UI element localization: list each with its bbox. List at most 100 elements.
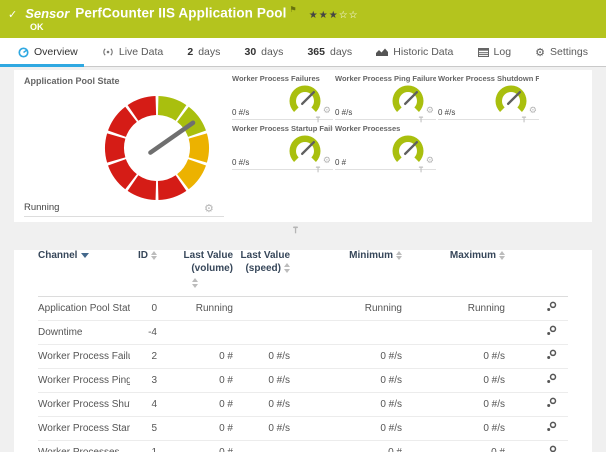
- cell-settings: [505, 368, 568, 392]
- pin-icon[interactable]: [292, 226, 299, 234]
- table-row[interactable]: Worker Process Startup...50 #0 #/s0 #/s0…: [38, 416, 568, 440]
- cell-settings: [505, 392, 568, 416]
- channel-settings-wrench-icon[interactable]: [546, 373, 557, 384]
- pin-icon[interactable]: [418, 116, 424, 123]
- tab-2-days[interactable]: 2 days: [181, 38, 226, 66]
- col-header-maximum[interactable]: Maximum: [402, 250, 505, 296]
- cell-channel: Worker Process Shutdo...: [38, 392, 130, 416]
- priority-stars[interactable]: ★★★☆☆: [309, 10, 359, 21]
- small-gauge: [390, 83, 426, 119]
- broadcast-icon: [102, 47, 114, 57]
- sort-icon: [396, 251, 402, 261]
- cell-settings: [505, 440, 568, 452]
- gear-icon[interactable]: ⚙: [529, 107, 537, 116]
- cell-last-value-speed: [233, 320, 290, 344]
- cell-last-value-volume: 0 #: [157, 440, 233, 452]
- channel-settings-wrench-icon[interactable]: [546, 349, 557, 360]
- col-header-channel[interactable]: Channel: [38, 250, 130, 296]
- cell-last-value-volume: 0 #: [157, 368, 233, 392]
- cell-minimum: [290, 320, 402, 344]
- sort-icon: [151, 251, 157, 261]
- col-header-last-value-volume[interactable]: Last Value(volume): [157, 250, 233, 296]
- gauge-tile-worker-process-shutdown-failures[interactable]: Worker Process Shutdown Fa... 0 #/s ⚙: [438, 74, 539, 120]
- gear-icon[interactable]: ⚙: [323, 107, 331, 116]
- gear-icon[interactable]: ⚙: [204, 203, 214, 214]
- col-header-settings: [505, 250, 568, 296]
- pin-icon[interactable]: [315, 166, 321, 173]
- cell-last-value-volume: 0 #: [157, 392, 233, 416]
- cell-channel: Worker Process Startup...: [38, 416, 130, 440]
- channel-settings-wrench-icon[interactable]: [546, 325, 557, 336]
- cell-last-value-speed: 0 #/s: [233, 344, 290, 368]
- cell-id: 1: [130, 440, 157, 452]
- log-table-icon: [478, 48, 489, 57]
- cell-id: 2: [130, 344, 157, 368]
- gauge-icon: [18, 47, 29, 58]
- tab-overview[interactable]: Overview: [12, 38, 84, 66]
- cell-settings: [505, 344, 568, 368]
- tab-settings[interactable]: ⚙ Settings: [529, 38, 594, 66]
- divider: [24, 216, 224, 217]
- table-row[interactable]: Downtime-4: [38, 320, 568, 344]
- gauge-tile-worker-process-ping-failures[interactable]: Worker Process Ping Failures 0 #/s ⚙: [335, 74, 436, 120]
- cell-last-value-volume: [157, 320, 233, 344]
- pin-icon[interactable]: [315, 116, 321, 123]
- cell-last-value-volume: 0 #: [157, 344, 233, 368]
- table-row[interactable]: Application Pool State0RunningRunningRun…: [38, 296, 568, 320]
- channel-settings-wrench-icon[interactable]: [546, 421, 557, 432]
- cell-channel: Downtime: [38, 320, 130, 344]
- cell-id: 0: [130, 296, 157, 320]
- col-header-minimum[interactable]: Minimum: [290, 250, 402, 296]
- table-row[interactable]: Worker Process Ping Fa...30 #0 #/s0 #/s0…: [38, 368, 568, 392]
- pin-icon[interactable]: [418, 166, 424, 173]
- gauge-tile-worker-process-startup-failures[interactable]: Worker Process Startup Failu... 0 #/s ⚙: [232, 124, 333, 170]
- cell-maximum: 0 #/s: [402, 416, 505, 440]
- pin-icon[interactable]: [521, 116, 527, 123]
- tab-settings-label: Settings: [550, 46, 588, 58]
- gear-icon: ⚙: [535, 47, 545, 58]
- channel-settings-wrench-icon[interactable]: [546, 445, 557, 452]
- main-gauge-tile[interactable]: Application Pool State Running ⚙: [14, 70, 230, 222]
- tab-log[interactable]: Log: [472, 38, 518, 66]
- cell-last-value-volume: 0 #: [157, 416, 233, 440]
- channel-settings-wrench-icon[interactable]: [546, 397, 557, 408]
- tab-historic-data[interactable]: Historic Data: [370, 38, 459, 66]
- channel-table-panel: Channel ID Last Value(volume) Last Value…: [14, 250, 592, 452]
- table-row[interactable]: Worker Process Failures20 #0 #/s0 #/s0 #…: [38, 344, 568, 368]
- main-gauge-title: Application Pool State: [24, 76, 120, 86]
- cell-last-value-speed: 0 #/s: [233, 416, 290, 440]
- gear-icon[interactable]: ⚙: [323, 157, 331, 166]
- tab-overview-label: Overview: [34, 46, 78, 58]
- gear-icon[interactable]: ⚙: [426, 107, 434, 116]
- gear-icon[interactable]: ⚙: [426, 157, 434, 166]
- cell-maximum: 0 #/s: [402, 392, 505, 416]
- small-gauge: [493, 83, 529, 119]
- cell-minimum: 0 #/s: [290, 392, 402, 416]
- cell-settings: [505, 320, 568, 344]
- col-header-id[interactable]: ID: [130, 250, 157, 296]
- cell-minimum: Running: [290, 296, 402, 320]
- object-kind-label: Sensor: [25, 6, 69, 21]
- gauge-tile-worker-process-failures[interactable]: Worker Process Failures 0 #/s ⚙: [232, 74, 333, 120]
- sort-icon: [192, 278, 199, 288]
- overview-panel: Application Pool State Running ⚙ Worker …: [14, 70, 592, 222]
- cell-maximum: Running: [402, 296, 505, 320]
- cell-channel: Worker Process Ping Fa...: [38, 368, 130, 392]
- status-badge: OK: [30, 22, 44, 32]
- cell-minimum: 0 #/s: [290, 368, 402, 392]
- tab-live-data[interactable]: Live Data: [96, 38, 169, 66]
- small-gauge-grid: Worker Process Failures 0 #/s ⚙ Worker P…: [232, 74, 539, 170]
- channel-settings-wrench-icon[interactable]: [546, 301, 557, 312]
- tab-365-days[interactable]: 365 days: [301, 38, 358, 66]
- table-row[interactable]: Worker Processes10 #0 #0 #: [38, 440, 568, 452]
- gauge-tile-worker-processes[interactable]: Worker Processes 0 # ⚙: [335, 124, 436, 170]
- small-gauge: [390, 133, 426, 169]
- status-ok-check-icon: ✓: [8, 8, 17, 21]
- cell-last-value-volume: Running: [157, 296, 233, 320]
- table-row[interactable]: Worker Process Shutdo...40 #0 #/s0 #/s0 …: [38, 392, 568, 416]
- col-header-last-value-speed[interactable]: Last Value(speed): [233, 250, 290, 296]
- tab-30-days[interactable]: 30 days: [238, 38, 289, 66]
- tab-live-data-label: Live Data: [119, 46, 163, 58]
- area-chart-icon: [376, 47, 388, 57]
- sort-desc-icon: [81, 253, 89, 258]
